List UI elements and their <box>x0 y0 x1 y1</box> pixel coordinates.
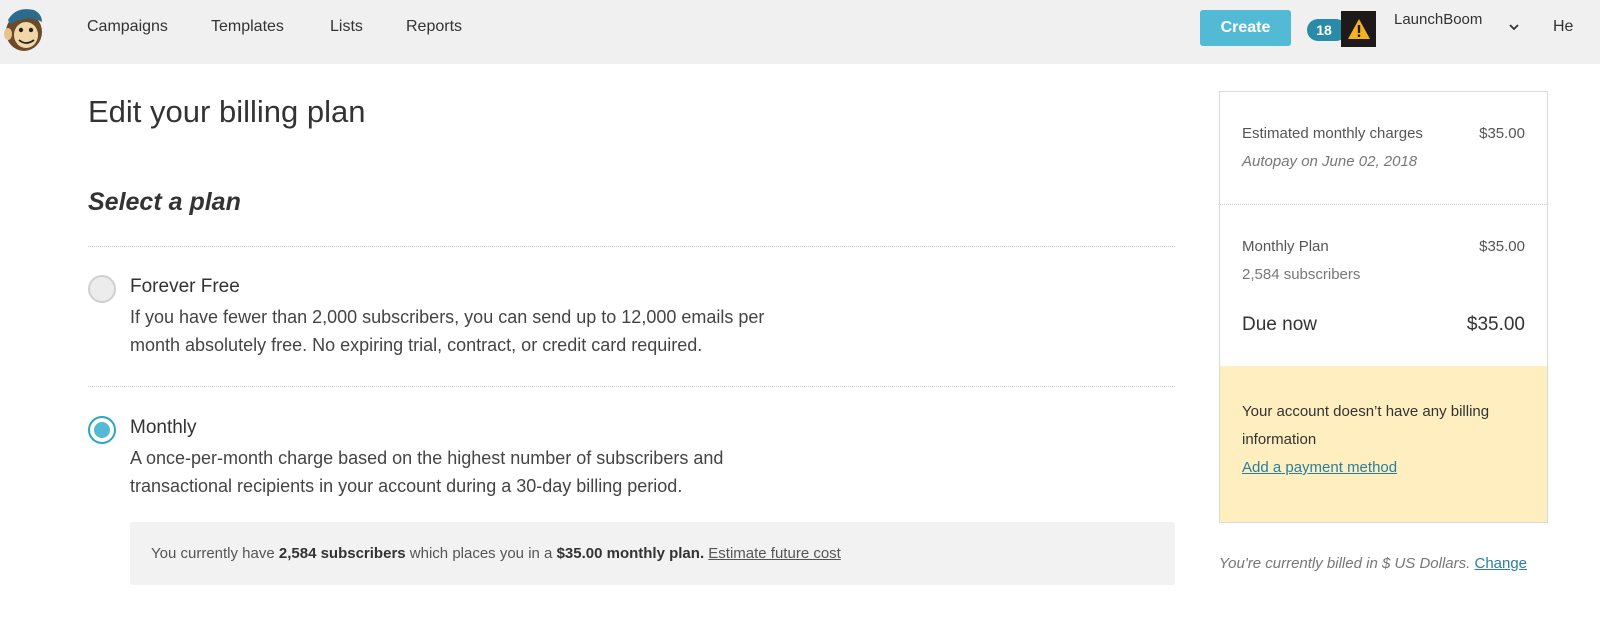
page-title: Edit your billing plan <box>88 94 366 129</box>
create-button[interactable]: Create <box>1200 10 1291 46</box>
plan-radio-monthly[interactable] <box>88 416 116 444</box>
monthly-plan-label: Monthly Plan <box>1242 238 1329 255</box>
plan-radio-forever-free[interactable] <box>88 275 116 303</box>
plan-description-forever-free: If you have fewer than 2,000 subscribers… <box>130 307 765 355</box>
add-payment-method-link[interactable]: Add a payment method <box>1242 459 1397 476</box>
change-currency-link[interactable]: Change <box>1474 555 1527 572</box>
card-divider <box>1220 204 1547 205</box>
plan-name-monthly[interactable]: Monthly <box>130 417 197 439</box>
monthly-plan-amount: $35.00 <box>1479 238 1525 255</box>
due-now-amount: $35.00 <box>1466 314 1525 335</box>
nav-templates[interactable]: Templates <box>211 18 284 36</box>
billing-warning-text: Your account doesn’t have any billing in… <box>1242 403 1490 448</box>
plan-name-forever-free[interactable]: Forever Free <box>130 276 240 298</box>
due-now-row: Due now $35.00 <box>1242 314 1525 336</box>
info-subscribers: 2,584 subscribers <box>278 545 406 562</box>
billing-summary-card: Estimated monthly charges $35.00 Autopay… <box>1219 91 1548 523</box>
estimated-charges-amount: $35.00 <box>1479 125 1525 142</box>
plan-description-monthly: A once-per-month charge based on the hig… <box>130 448 724 496</box>
divider <box>88 246 1175 247</box>
plan-subscribers: 2,584 subscribers <box>1242 266 1361 283</box>
radio-selected-dot <box>94 422 110 438</box>
due-now-label: Due now <box>1242 314 1317 335</box>
section-title: Select a plan <box>88 188 241 216</box>
nav-reports[interactable]: Reports <box>406 18 462 36</box>
info-plan: $35.00 monthly plan. <box>556 545 705 562</box>
current-plan-info: You currently have 2,584 subscribers whi… <box>130 522 1175 585</box>
nav-campaigns[interactable]: Campaigns <box>87 18 168 36</box>
currency-note-text: You're currently billed in $ US Dollars. <box>1219 555 1471 572</box>
info-prefix: You currently have <box>151 545 275 562</box>
estimated-charges-row: Estimated monthly charges $35.00 <box>1242 125 1525 142</box>
estimated-charges-label: Estimated monthly charges <box>1242 125 1423 142</box>
autopay-date: Autopay on June 02, 2018 <box>1242 153 1418 170</box>
mailchimp-logo-icon[interactable] <box>2 4 46 52</box>
nav-help[interactable]: He <box>1553 18 1573 36</box>
estimate-future-cost-link[interactable]: Estimate future cost <box>708 545 841 562</box>
chevron-down-icon[interactable] <box>1507 20 1521 34</box>
monthly-plan-row: Monthly Plan $35.00 <box>1242 238 1525 255</box>
billing-warning-box: Your account doesn’t have any billing in… <box>1220 366 1547 522</box>
nav-lists[interactable]: Lists <box>330 18 363 36</box>
top-navigation-bar: Campaigns Templates Lists Reports Create… <box>0 0 1600 64</box>
divider <box>88 386 1175 387</box>
info-middle: which places you in a <box>409 545 553 562</box>
account-name[interactable]: LaunchBoom <box>1394 11 1482 28</box>
currency-note: You're currently billed in $ US Dollars.… <box>1219 555 1527 572</box>
warning-icon[interactable] <box>1341 11 1376 47</box>
